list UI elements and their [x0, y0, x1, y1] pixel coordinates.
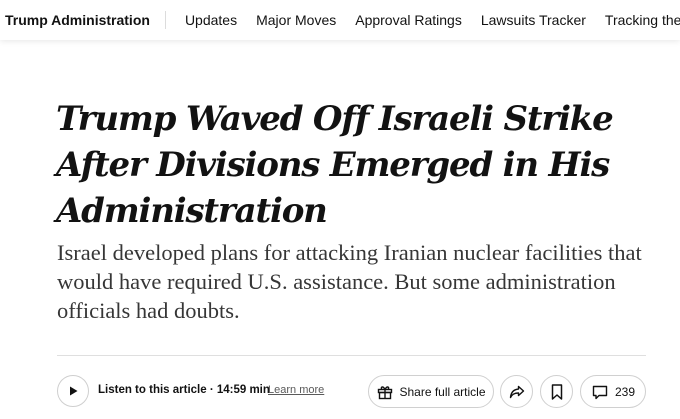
comments-button[interactable]: 239: [580, 375, 646, 408]
nav-item-tracking-layoffs[interactable]: Tracking the Layo: [586, 12, 680, 28]
nav-item-approval-ratings[interactable]: Approval Ratings: [336, 12, 462, 28]
comment-icon: [592, 385, 608, 399]
bookmark-icon: [551, 383, 562, 400]
share-arrow-icon: [509, 385, 524, 398]
section-title[interactable]: Trump Administration: [0, 11, 166, 29]
share-full-article-button[interactable]: Share full article: [368, 375, 494, 408]
nav-item-lawsuits-tracker[interactable]: Lawsuits Tracker: [462, 12, 586, 28]
nav-item-major-moves[interactable]: Major Moves: [237, 12, 336, 28]
divider: [57, 355, 646, 356]
gift-icon: [378, 385, 393, 399]
nav-item-updates[interactable]: Updates: [166, 12, 237, 28]
article-summary: Israel developed plans for attacking Ira…: [57, 240, 642, 323]
play-icon: [70, 386, 78, 396]
comments-count: 239: [614, 384, 636, 399]
share-button[interactable]: [500, 375, 533, 408]
listen-label: Listen to this article · 14:59 min: [98, 384, 270, 396]
learn-more-link[interactable]: Learn more: [268, 384, 324, 396]
top-navigation: Trump Administration Updates Major Moves…: [0, 0, 680, 40]
share-full-article-label: Share full article: [399, 384, 486, 399]
listen-play-button[interactable]: [57, 375, 89, 407]
article-headline: Trump Waved Off Israeli Strike After Div…: [56, 99, 614, 231]
save-bookmark-button[interactable]: [540, 375, 573, 408]
